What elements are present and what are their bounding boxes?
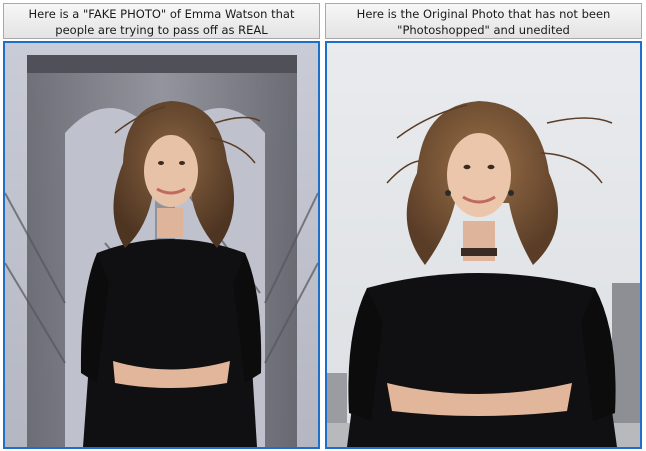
fake-photo-image xyxy=(5,43,318,447)
fake-photo-panel: Here is a "FAKE PHOTO" of Emma Watson th… xyxy=(3,3,320,449)
original-caption-line-2: "Photoshopped" and unedited xyxy=(397,23,570,37)
original-photo-caption: Here is the Original Photo that has not … xyxy=(325,3,642,39)
original-photo-image xyxy=(327,43,640,447)
fake-caption-line-1: Here is a "FAKE PHOTO" of Emma Watson th… xyxy=(28,7,295,21)
original-photo-frame xyxy=(325,41,642,449)
fake-caption-line-2: people are trying to pass off as REAL xyxy=(55,23,268,37)
original-photo-panel: Here is the Original Photo that has not … xyxy=(325,3,642,449)
fake-photo-caption: Here is a "FAKE PHOTO" of Emma Watson th… xyxy=(3,3,320,39)
original-caption-line-1: Here is the Original Photo that has not … xyxy=(356,7,611,21)
fake-photo-frame xyxy=(3,41,320,449)
